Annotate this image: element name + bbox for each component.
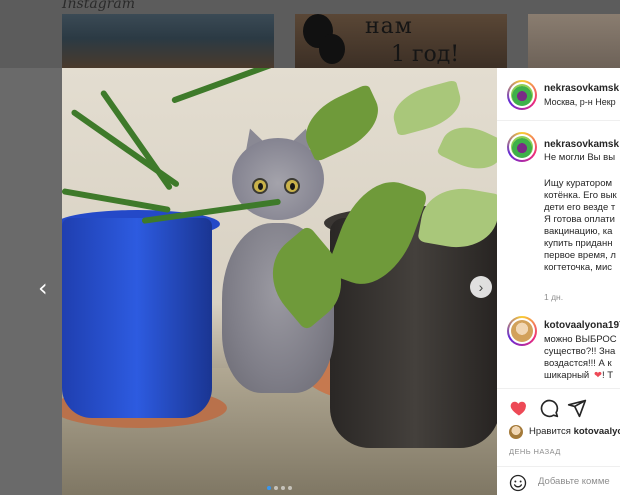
thumbnail-text-2: 1 год! [391, 42, 460, 67]
post-location[interactable]: Москва, р-н Некр [544, 97, 616, 107]
heart-icon[interactable] [509, 398, 529, 418]
liker-avatar[interactable] [509, 425, 523, 439]
caption-line: дети его везде т [544, 202, 616, 213]
likes-row: Нравится kotovaalyona [509, 425, 620, 439]
emoji-icon[interactable] [509, 474, 527, 492]
heart-emoji-icon: ❤ [594, 370, 602, 381]
feed-thumbnail-2[interactable]: нам 1 год! [295, 14, 507, 68]
caption-line: вакцинацию, ка [544, 226, 613, 237]
caption-first-line: Не могли Вы вы [544, 152, 616, 163]
chevron-right-icon[interactable]: › [470, 276, 492, 298]
caption-avatar[interactable] [507, 132, 537, 162]
background-overlay[interactable] [0, 68, 62, 495]
background-feed: Instagram нам 1 год! [0, 0, 620, 68]
caption-time: 1 дн. [544, 292, 564, 302]
caption-line: Я готова оплати [544, 214, 615, 225]
post-modal: › nekrasovkamsk Москва, р-н Некр nekraso… [62, 68, 620, 495]
feed-thumbnail-3[interactable] [528, 14, 620, 68]
likes-text: Нравится kotovaalyona [529, 426, 620, 437]
comment-input[interactable]: Добавьте комме [538, 476, 610, 487]
comment-trailing: ❤! Т [594, 370, 613, 382]
comment-line: существо?!! Зна [544, 346, 616, 357]
commenter-username[interactable]: kotovaalyona197 [544, 320, 620, 331]
post-sidebar: nekrasovkamsk Москва, р-н Некр nekrasovk… [497, 68, 620, 495]
commenter-avatar[interactable] [507, 316, 537, 346]
caption-line: когтеточка, мис [544, 262, 613, 273]
comment-composer: Добавьте комме [497, 466, 620, 495]
feed-thumbnail-1[interactable] [62, 14, 274, 68]
comment-line: можно ВЫБРОС [544, 334, 617, 345]
instagram-logo: Instagram [62, 0, 135, 12]
divider [497, 388, 620, 389]
thumbnail-text-1: нам [365, 14, 413, 39]
comment-trailing-text: ! Т [601, 370, 614, 381]
likes-prefix: Нравится [529, 426, 571, 437]
comment-icon[interactable] [539, 398, 559, 418]
liker-username[interactable]: kotovaalyona [574, 426, 620, 437]
caption-username[interactable]: nekrasovkamsk [544, 139, 619, 150]
post-timestamp[interactable]: ДЕНЬ НАЗАД [509, 447, 561, 456]
post-photo[interactable]: › [62, 68, 497, 495]
carousel-dot [267, 486, 271, 490]
comment-line: воздастся!!! А к [544, 358, 612, 369]
share-icon[interactable] [567, 398, 587, 418]
author-username[interactable]: nekrasovkamsk [544, 83, 619, 94]
carousel-dots [267, 486, 292, 490]
action-bar [509, 398, 609, 418]
caption-line: купить приданн [544, 238, 613, 249]
author-avatar[interactable] [507, 80, 537, 110]
caption-line: котёнка. Его вык [544, 190, 617, 201]
caption-line: первое время, л [544, 250, 616, 261]
caption-line: Ищу куратором [544, 178, 613, 189]
divider [497, 120, 620, 121]
comment-line: шикарный [544, 370, 590, 381]
carousel-dot [288, 486, 292, 490]
chevron-left-icon[interactable]: ‹ [38, 274, 48, 302]
carousel-dot [274, 486, 278, 490]
carousel-dot [281, 486, 285, 490]
